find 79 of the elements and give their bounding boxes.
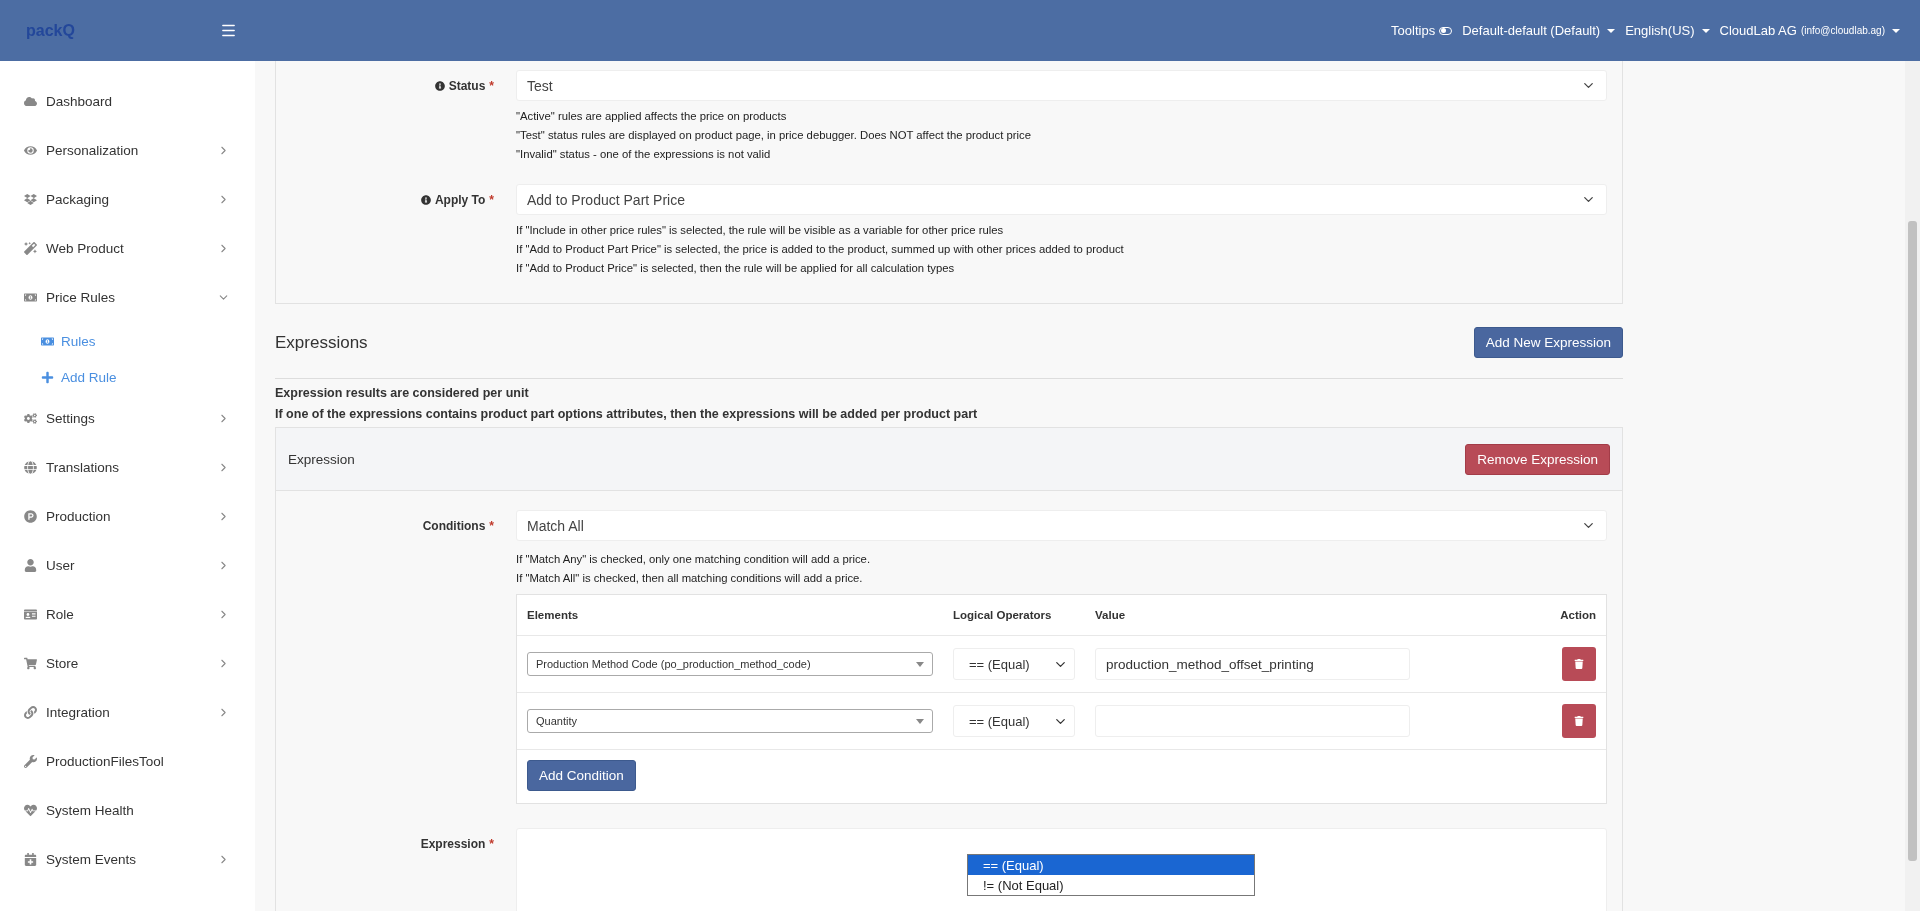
required-mark: * bbox=[489, 519, 494, 533]
required-mark: * bbox=[489, 837, 494, 851]
add-condition-button[interactable]: Add Condition bbox=[527, 760, 636, 791]
eye-icon bbox=[24, 143, 37, 157]
note-text: If one of the expressions contains product part options attributes, then the expressions will be added per product part bbox=[275, 407, 979, 421]
menu-icon[interactable] bbox=[220, 22, 237, 39]
trash-icon bbox=[1574, 659, 1584, 669]
remove-expression-button[interactable]: Remove Expression bbox=[1465, 443, 1610, 475]
help-text: "Invalid" status - one of the expressions is not valid bbox=[516, 147, 772, 162]
select-field[interactable]: Match All bbox=[516, 510, 1607, 541]
sidebar-item[interactable]: Translations bbox=[0, 447, 255, 487]
gears-icon bbox=[24, 411, 37, 425]
info-icon bbox=[434, 81, 445, 91]
calendar-plus-icon bbox=[24, 852, 37, 866]
help-text: If "Match Any" is checked, only one matching condition will add a price. bbox=[516, 552, 871, 567]
note-text: Expression results are considered per unit bbox=[275, 386, 530, 400]
sidebar-item[interactable]: Web Product bbox=[0, 228, 255, 268]
field-label: Conditions bbox=[422, 519, 486, 533]
section-title: Expressions bbox=[275, 332, 368, 353]
field-label: Expression bbox=[420, 837, 486, 851]
help-text: "Active" rules are applied affects the price on products bbox=[516, 109, 788, 124]
expression-textarea[interactable]: == (Equal) != (Not Equal) bbox=[516, 828, 1607, 911]
sidebar-item[interactable]: Personalization bbox=[0, 130, 255, 170]
column-header: Elements bbox=[527, 608, 580, 623]
value-input[interactable]: production_method_offset_printing bbox=[1095, 648, 1410, 680]
link-icon bbox=[24, 705, 37, 719]
help-text: If "Include in other price rules" is selected, the rule will be visible as a variable for other price rules bbox=[516, 223, 1005, 238]
globe-icon bbox=[24, 460, 37, 474]
select-field[interactable]: Add to Product Part Price bbox=[516, 184, 1607, 215]
info-icon bbox=[420, 195, 431, 205]
required-mark: * bbox=[489, 79, 494, 93]
delete-button[interactable] bbox=[1562, 647, 1596, 681]
element-select[interactable]: Production Method Code (po_production_method_code) bbox=[527, 652, 933, 676]
sidebar-item[interactable]: System Events bbox=[0, 839, 255, 879]
wrench-icon bbox=[24, 754, 37, 768]
sidebar-item[interactable]: Role bbox=[0, 594, 255, 634]
help-text: If "Add to Product Part Price" is selected, the price is added to the product, summed up with other prices added to product bbox=[516, 242, 1125, 257]
box-icon bbox=[24, 192, 37, 206]
user-menu[interactable]: CloudLab AG (info@cloudlab.ag) bbox=[1719, 23, 1900, 38]
user-icon bbox=[24, 558, 37, 572]
sidebar-item[interactable]: Settings bbox=[0, 398, 255, 438]
heartbeat-icon bbox=[24, 803, 37, 817]
sidebar-item[interactable]: Price Rules bbox=[0, 277, 255, 317]
required-mark: * bbox=[489, 193, 494, 207]
tooltips-toggle[interactable]: Tooltips bbox=[1391, 23, 1453, 38]
cart-icon bbox=[24, 656, 37, 670]
field-label: Apply To bbox=[434, 193, 486, 207]
help-text: If "Match All" is checked, then all matching conditions will add a price. bbox=[516, 571, 864, 586]
dropdown-option[interactable]: == (Equal) bbox=[968, 855, 1254, 875]
header-dropdown[interactable]: English(US) bbox=[1625, 23, 1710, 38]
column-header: Value bbox=[1095, 608, 1127, 623]
add-expression-button[interactable]: Add New Expression bbox=[1473, 327, 1623, 358]
plus-icon bbox=[41, 370, 54, 384]
sidebar-item[interactable]: Production bbox=[0, 496, 255, 536]
help-text: If "Add to Product Price" is selected, then the rule will be applied for all calculation types bbox=[516, 261, 956, 276]
sidebar-item[interactable]: User bbox=[0, 545, 255, 585]
sidebar-item[interactable]: Dashboard bbox=[0, 81, 255, 121]
column-header: Logical Operators bbox=[953, 608, 1053, 623]
delete-button[interactable] bbox=[1562, 704, 1596, 738]
sidebar-item[interactable]: Packaging bbox=[0, 179, 255, 219]
field-label: Status bbox=[448, 79, 486, 93]
header-dropdown[interactable]: Default-default (Default) bbox=[1462, 23, 1616, 38]
cloud-icon bbox=[24, 94, 37, 108]
select-field[interactable]: Test bbox=[516, 70, 1607, 101]
help-text: "Test" status rules are displayed on product page, in price debugger. Does NOT affect the product price bbox=[516, 128, 1032, 143]
trash-icon bbox=[1574, 716, 1584, 726]
sidebar-item[interactable]: ProductionFilesTool bbox=[0, 741, 255, 781]
element-select[interactable]: Quantity bbox=[527, 709, 933, 733]
sidebar-item[interactable]: Store bbox=[0, 643, 255, 683]
id-card-icon bbox=[24, 607, 37, 621]
scrollbar[interactable] bbox=[1905, 61, 1920, 911]
column-header: Action bbox=[1559, 608, 1596, 623]
card-title: Expression bbox=[288, 451, 355, 467]
sidebar-item[interactable]: System Health bbox=[0, 790, 255, 830]
operator-select[interactable]: == (Equal) bbox=[953, 648, 1075, 680]
sidebar-item[interactable]: Integration bbox=[0, 692, 255, 732]
wand-icon bbox=[24, 241, 37, 255]
sidebar-subitem[interactable]: Rules bbox=[0, 326, 255, 356]
operator-select[interactable]: == (Equal) bbox=[953, 705, 1075, 737]
